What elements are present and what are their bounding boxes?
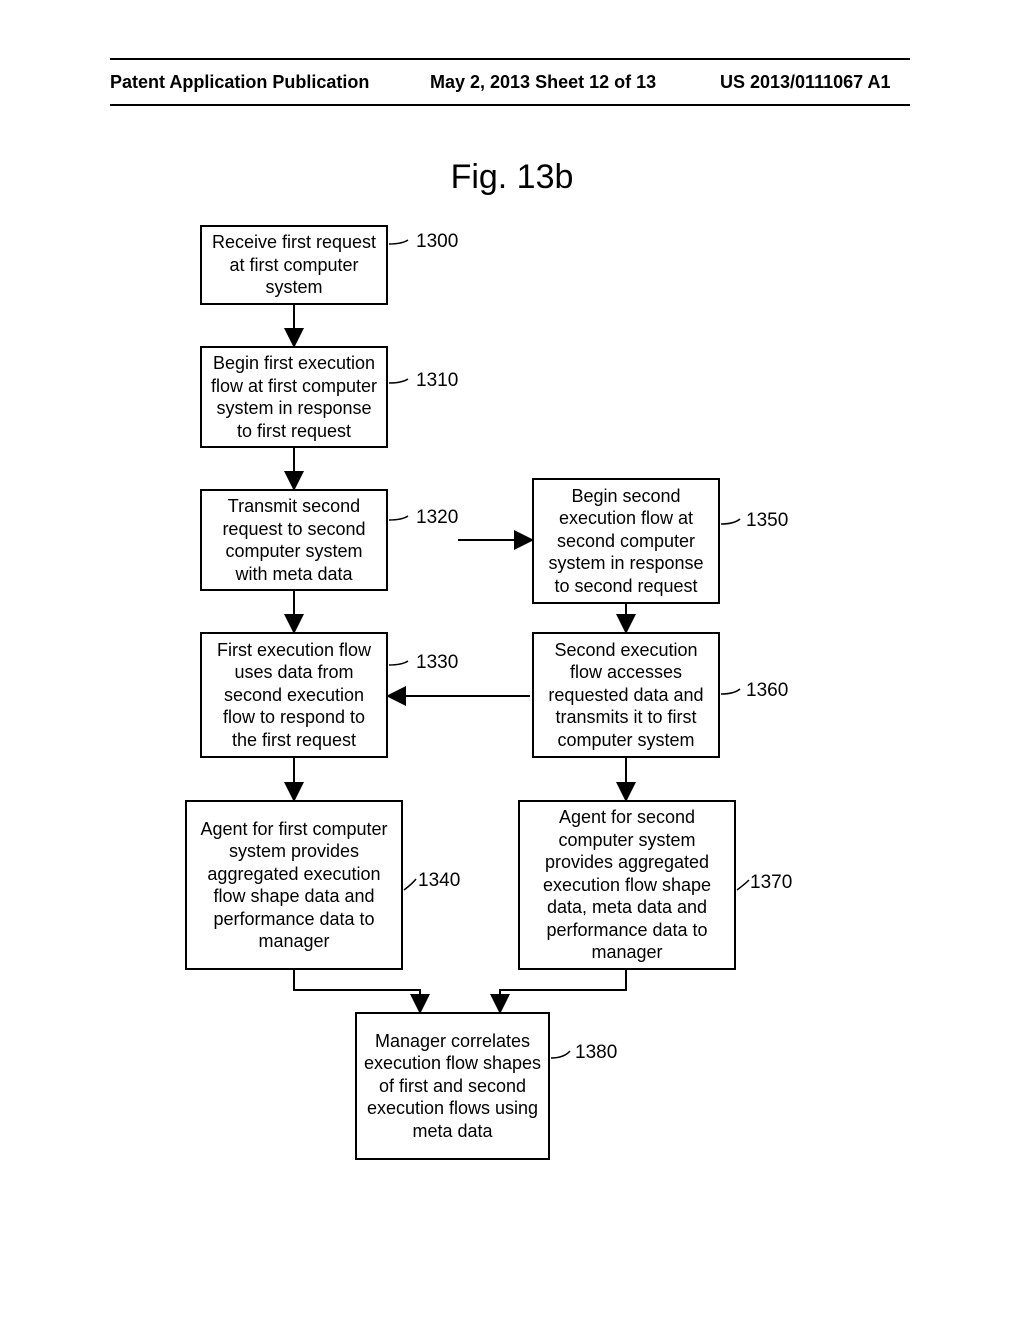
ref-1370: 1370 — [750, 872, 792, 894]
tick-1310 — [389, 379, 408, 383]
figure-title: Fig. 13b — [0, 158, 1024, 197]
page: Patent Application Publication May 2, 20… — [0, 0, 1024, 1320]
tick-1350 — [721, 519, 740, 524]
box-1340: Agent for first computer system provides… — [185, 800, 403, 970]
arrow-1340-1380 — [294, 970, 420, 1010]
box-1380: Manager correlates execution flow shapes… — [355, 1012, 550, 1160]
ref-1350: 1350 — [746, 510, 788, 532]
box-1360: Second execution flow accesses requested… — [532, 632, 720, 758]
header-mid: May 2, 2013 Sheet 12 of 13 — [430, 72, 656, 93]
box-1350: Begin second execution flow at second co… — [532, 478, 720, 604]
ref-1310: 1310 — [416, 370, 458, 392]
ref-1320: 1320 — [416, 507, 458, 529]
ref-1380: 1380 — [575, 1042, 617, 1064]
box-1370: Agent for second computer system provide… — [518, 800, 736, 970]
ref-1330: 1330 — [416, 652, 458, 674]
box-1320: Transmit second request to second comput… — [200, 489, 388, 591]
tick-1300 — [389, 240, 408, 244]
header-right: US 2013/0111067 A1 — [720, 72, 890, 93]
tick-1360 — [721, 689, 740, 694]
tick-1340 — [404, 879, 416, 890]
ref-1300: 1300 — [416, 231, 458, 253]
box-1310: Begin first execution flow at first comp… — [200, 346, 388, 448]
arrow-1370-1380 — [500, 970, 626, 1010]
header-rule-bottom — [110, 104, 910, 106]
tick-1370 — [737, 880, 749, 890]
header-left: Patent Application Publication — [110, 72, 369, 93]
tick-1380 — [551, 1051, 570, 1058]
box-1330: First execution flow uses data from seco… — [200, 632, 388, 758]
tick-1320 — [389, 516, 408, 520]
box-1300: Receive first request at first computer … — [200, 225, 388, 305]
tick-1330 — [389, 661, 408, 665]
ref-1360: 1360 — [746, 680, 788, 702]
ref-1340: 1340 — [418, 870, 460, 892]
header-rule-top — [110, 58, 910, 60]
